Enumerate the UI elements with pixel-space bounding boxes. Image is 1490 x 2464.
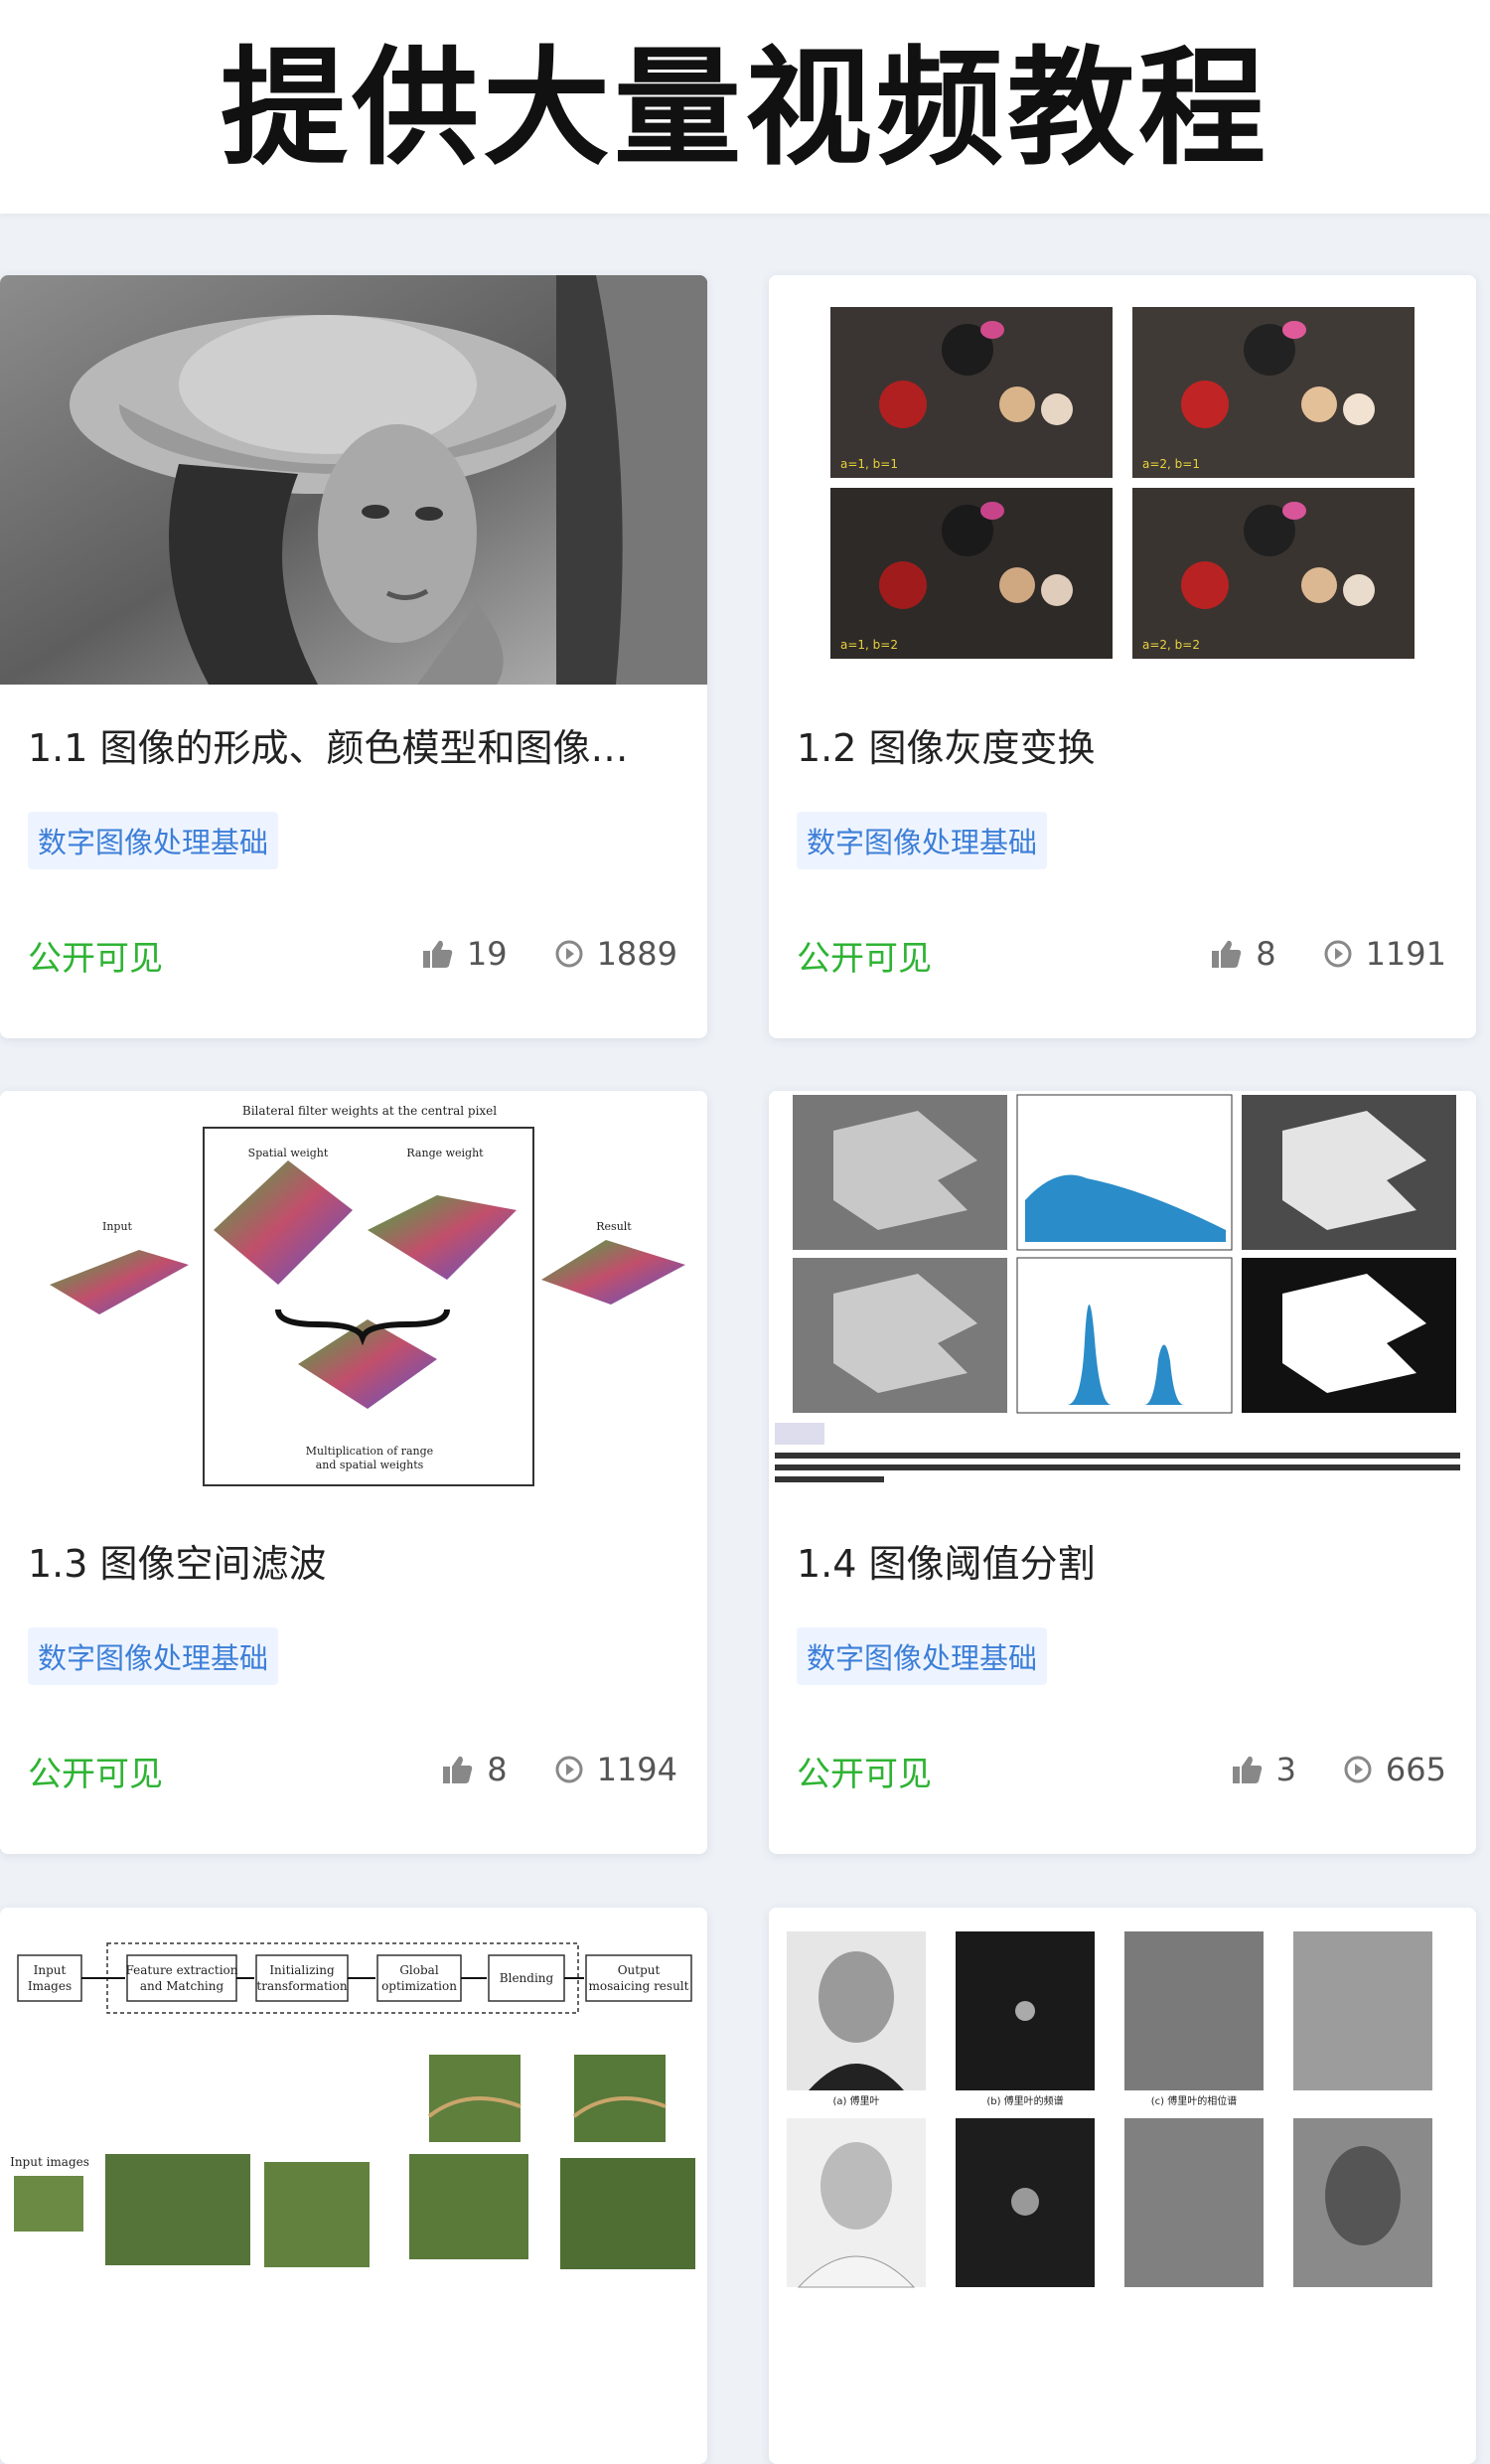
card-title[interactable]: 1.1 图像的形成、颜色模型和图像… <box>28 717 683 772</box>
card-thumbnail <box>769 1091 1476 1500</box>
category-tag[interactable]: 数字图像处理基础 <box>797 1627 1048 1685</box>
play-circle-icon <box>555 1756 583 1783</box>
category-tag[interactable]: 数字图像处理基础 <box>28 812 279 869</box>
like-count[interactable]: 3 <box>1232 1751 1296 1788</box>
thumb-label: a=1, b=1 <box>840 457 898 471</box>
video-card-1-4[interactable]: 1.4 图像阈值分割 数字图像处理基础 公开可见 3 665 <box>769 1091 1476 1854</box>
like-count[interactable]: 8 <box>443 1751 508 1788</box>
view-count-value: 1889 <box>596 935 677 973</box>
thumb-label: a=2, b=2 <box>1142 638 1200 652</box>
view-count: 665 <box>1344 1751 1446 1788</box>
thumb-label: Feature extraction <box>125 1963 237 1977</box>
thumb-label: (c) 傅里叶的相位谱 <box>1151 2094 1237 2107</box>
video-card-1-1[interactable]: 1.1 图像的形成、颜色模型和图像… 数字图像处理基础 公开可见 19 1889 <box>0 275 707 1038</box>
thumbs-up-icon <box>443 1756 473 1783</box>
thumb-label: Global <box>399 1963 438 1977</box>
thumb-label: mosaicing result <box>589 1979 689 1993</box>
video-card-5[interactable]: Input Images Feature extraction and Matc… <box>0 1908 707 2464</box>
thumb-label: Range weight <box>406 1147 484 1159</box>
visibility-status: 公开可见 <box>797 939 932 979</box>
thumb-label: Bilateral filter weights at the central … <box>242 1104 497 1118</box>
category-tag[interactable]: 数字图像处理基础 <box>28 1627 279 1685</box>
visibility-status: 公开可见 <box>28 1755 163 1794</box>
video-card-1-3[interactable]: Bilateral filter weights at the central … <box>0 1091 707 1854</box>
video-card-1-2[interactable]: a=1, b=1 a=2, b=1 a=1, b=2 a=2, b=2 1.2 … <box>769 275 1476 1038</box>
thumb-label: Spatial weight <box>248 1147 329 1159</box>
visibility-status: 公开可见 <box>797 1755 932 1794</box>
card-thumbnail: a=1, b=1 a=2, b=1 a=1, b=2 a=2, b=2 <box>769 275 1476 685</box>
like-count-value: 8 <box>487 1751 508 1788</box>
thumb-label: (b) 傅里叶的频谱 <box>986 2094 1063 2107</box>
play-circle-icon <box>555 940 583 968</box>
like-count-value: 3 <box>1275 1751 1296 1788</box>
thumb-label: and Matching <box>140 1979 224 1993</box>
view-count-value: 665 <box>1385 1751 1446 1788</box>
card-stats: 8 1194 <box>395 1751 677 1788</box>
thumb-label: Output <box>618 1963 661 1977</box>
like-count[interactable]: 19 <box>422 935 508 973</box>
video-card-6[interactable]: (a) 傅里叶 (b) 傅里叶的频谱 (c) 傅里叶的相位谱 <box>769 1908 1476 2464</box>
category-tag[interactable]: 数字图像处理基础 <box>797 812 1048 869</box>
play-circle-icon <box>1324 940 1352 968</box>
thumb-label: a=2, b=1 <box>1142 457 1200 471</box>
like-count-value: 8 <box>1256 935 1276 973</box>
banner-title: 提供大量视频教程 <box>220 35 1269 183</box>
card-stats: 19 1889 <box>375 935 677 973</box>
visibility-status: 公开可见 <box>28 939 163 979</box>
thumb-label: Blending <box>500 1971 554 1985</box>
thumb-label: Input <box>34 1963 67 1977</box>
view-count: 1194 <box>555 1751 677 1788</box>
like-count[interactable]: 8 <box>1212 935 1276 973</box>
card-thumbnail: Input Images Feature extraction and Matc… <box>0 1908 707 2307</box>
thumb-label: (a) 傅里叶 <box>832 2094 879 2107</box>
card-title[interactable]: 1.3 图像空间滤波 <box>28 1533 683 1588</box>
thumb-label: Result <box>596 1220 632 1233</box>
thumb-label: Multiplication of range <box>306 1445 433 1458</box>
thumb-label: Input <box>102 1220 133 1233</box>
view-count: 1191 <box>1324 935 1446 973</box>
view-count-value: 1191 <box>1365 935 1446 973</box>
thumb-label: optimization <box>381 1979 457 1993</box>
view-count: 1889 <box>555 935 677 973</box>
card-thumbnail: (a) 傅里叶 (b) 傅里叶的频谱 (c) 傅里叶的相位谱 <box>769 1908 1476 2307</box>
thumbs-up-icon <box>1232 1756 1262 1783</box>
thumbs-up-icon <box>422 940 453 968</box>
card-thumbnail <box>0 275 707 685</box>
card-title[interactable]: 1.2 图像灰度变换 <box>797 717 1452 772</box>
view-count-value: 1194 <box>596 1751 677 1788</box>
card-stats: 3 665 <box>1185 1751 1446 1788</box>
card-title[interactable]: 1.4 图像阈值分割 <box>797 1533 1452 1588</box>
thumb-label: Input images <box>10 2155 89 2169</box>
banner: 提供大量视频教程 <box>0 0 1490 214</box>
thumb-label: Images <box>28 1979 72 1993</box>
thumb-label: transformation <box>256 1979 347 1993</box>
thumbs-up-icon <box>1212 940 1242 968</box>
card-thumbnail: Bilateral filter weights at the central … <box>0 1091 707 1500</box>
thumb-label: Initializing <box>269 1963 335 1977</box>
thumb-label: and spatial weights <box>316 1459 424 1471</box>
like-count-value: 19 <box>466 935 508 973</box>
card-stats: 8 1191 <box>1164 935 1446 973</box>
thumb-label: a=1, b=2 <box>840 638 898 652</box>
play-circle-icon <box>1344 1756 1372 1783</box>
